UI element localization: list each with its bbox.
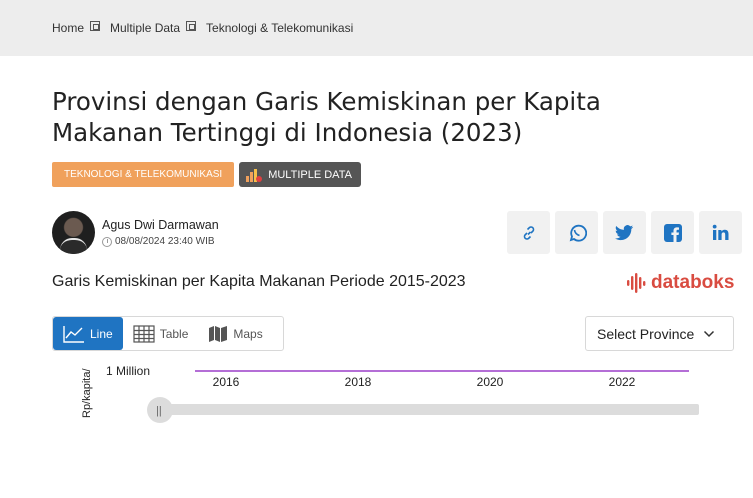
share-link-button[interactable] bbox=[507, 211, 550, 254]
table-icon bbox=[133, 324, 155, 343]
linkedin-icon bbox=[712, 224, 729, 240]
range-slider-handle-label: || bbox=[156, 405, 162, 417]
tab-maps-label: Maps bbox=[233, 326, 263, 341]
x-tick-2020: 2020 bbox=[477, 375, 504, 389]
share-whatsapp-button[interactable] bbox=[555, 211, 598, 254]
page-title: Provinsi dengan Garis Kemiskinan per Kap… bbox=[52, 86, 712, 148]
breadcrumb-category[interactable]: Teknologi & Telekomunikasi bbox=[206, 21, 353, 35]
page-title-line-1: Provinsi dengan Garis Kemiskinan per Kap… bbox=[52, 87, 601, 116]
tab-line-label: Line bbox=[90, 326, 113, 341]
whatsapp-icon bbox=[569, 224, 587, 242]
bar-chart-icon bbox=[246, 168, 263, 182]
x-tick-2016: 2016 bbox=[213, 375, 240, 389]
breadcrumb-separator-icon bbox=[90, 21, 101, 31]
avatar[interactable] bbox=[52, 211, 95, 254]
y-tick-label: 1 Million bbox=[106, 364, 150, 378]
chart-view-tabs: Line Table Maps bbox=[52, 316, 284, 351]
province-select-label: Select Province bbox=[597, 325, 695, 342]
tab-table-label: Table bbox=[159, 326, 189, 341]
multiple-data-badge[interactable]: MULTIPLE DATA bbox=[239, 162, 361, 187]
author-name[interactable]: Agus Dwi Darmawan bbox=[102, 218, 219, 232]
share-bar bbox=[507, 211, 742, 254]
map-icon bbox=[209, 325, 228, 342]
facebook-icon bbox=[663, 223, 682, 242]
publish-date-text: 08/08/2024 23:40 WIB bbox=[115, 236, 215, 247]
tab-line[interactable]: Line bbox=[53, 317, 123, 350]
twitter-icon bbox=[615, 224, 634, 240]
category-badge[interactable]: TEKNOLOGI & TELEKOMUNIKASI bbox=[52, 162, 235, 187]
province-select[interactable]: Select Province bbox=[585, 316, 734, 351]
breadcrumb-multiple-data[interactable]: Multiple Data bbox=[110, 21, 180, 35]
x-tick-labels: 2016 2018 2020 2022 bbox=[213, 375, 636, 389]
share-facebook-button[interactable] bbox=[651, 211, 694, 254]
publish-date: 08/08/2024 23:40 WIB bbox=[102, 236, 219, 247]
line-chart-icon bbox=[63, 325, 84, 343]
y-axis-label: Rp/kapita/ bbox=[81, 368, 93, 418]
range-slider-track[interactable] bbox=[162, 404, 699, 415]
databoks-logo-text: databoks bbox=[651, 272, 735, 293]
databoks-logo-icon bbox=[627, 273, 646, 293]
chart-subtitle: Garis Kemiskinan per Kapita Makanan Peri… bbox=[52, 273, 466, 290]
clock-icon bbox=[102, 236, 112, 247]
share-linkedin-button[interactable] bbox=[699, 211, 742, 254]
share-twitter-button[interactable] bbox=[603, 211, 646, 254]
breadcrumb: Home Multiple Data Teknologi & Telekomun… bbox=[0, 0, 753, 56]
databoks-logo[interactable]: databoks bbox=[626, 272, 734, 294]
x-tick-2022: 2022 bbox=[609, 375, 636, 389]
line-chart: Rp/kapita/ 1 Million 2016 2018 2020 2022 || bbox=[81, 364, 699, 423]
page-title-line-2: Makanan Tertinggi di Indonesia (2023) bbox=[52, 118, 523, 147]
multiple-data-badge-label: MULTIPLE DATA bbox=[268, 168, 352, 181]
tab-maps[interactable]: Maps bbox=[198, 317, 272, 350]
badge-row: TEKNOLOGI & TELEKOMUNIKASI MULTIPLE DATA bbox=[52, 162, 361, 187]
author-block: Agus Dwi Darmawan 08/08/2024 23:40 WIB bbox=[52, 211, 219, 254]
link-icon bbox=[523, 225, 534, 240]
x-tick-2018: 2018 bbox=[345, 375, 372, 389]
breadcrumb-separator-icon bbox=[186, 21, 197, 31]
breadcrumb-home[interactable]: Home bbox=[52, 21, 84, 35]
chevron-down-icon bbox=[704, 330, 715, 337]
tab-table[interactable]: Table bbox=[123, 317, 199, 350]
